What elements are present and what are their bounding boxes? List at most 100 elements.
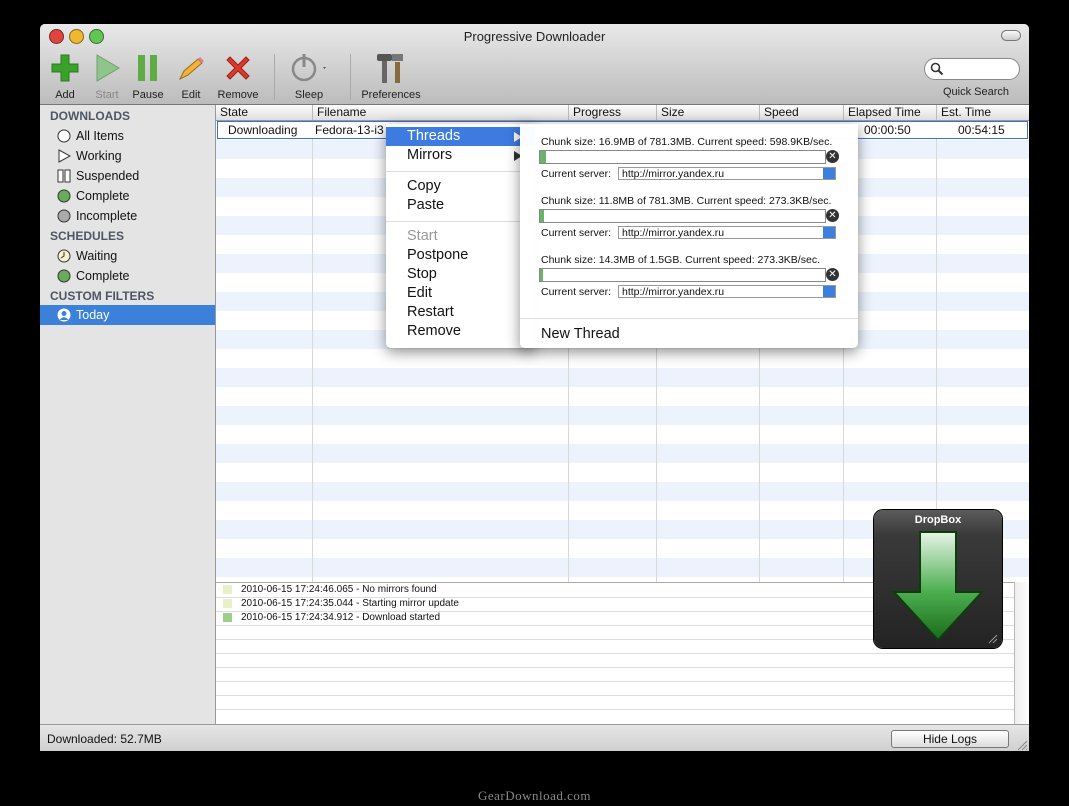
new-thread-button[interactable]: New Thread (541, 326, 620, 342)
sidebar-item-label: Waiting (76, 249, 118, 263)
current-server-label: Current server: (541, 227, 612, 239)
stop-thread-button[interactable]: ✕ (826, 268, 839, 281)
table-stripe (216, 444, 1029, 463)
toolbar: Progressive Downloader Add Start Pause E… (40, 24, 1029, 105)
pause-label: Pause (132, 89, 164, 101)
toolbar-separator (274, 54, 275, 100)
thread-chunk-info: Chunk size: 14.3MB of 1.5GB. Current spe… (541, 254, 820, 266)
add-label: Add (55, 89, 75, 101)
row-state: Downloading (228, 123, 298, 137)
pause-outline-icon (56, 169, 71, 184)
user-icon (56, 308, 71, 323)
table-stripe (216, 387, 1029, 406)
dropbox-widget[interactable]: DropBox (874, 510, 1002, 648)
resize-grip-icon[interactable] (1016, 739, 1028, 751)
custom-filters-header: CUSTOM FILTERS (50, 289, 155, 303)
menu-item-threads[interactable]: Threads (386, 127, 534, 146)
log-status-icon (223, 613, 232, 622)
play-icon (90, 51, 124, 85)
pencil-icon (174, 51, 208, 85)
toolbar-separator (350, 54, 351, 100)
power-icon (287, 51, 331, 85)
add-button[interactable]: Add (48, 51, 82, 101)
stop-thread-button[interactable]: ✕ (826, 150, 839, 163)
menu-item-copy[interactable]: Copy (386, 177, 534, 196)
menu-item-mirrors[interactable]: Mirrors (386, 146, 534, 165)
preferences-button[interactable]: Preferences (358, 51, 424, 101)
server-select-value: http://mirror.yandex.ru (622, 227, 725, 239)
sleep-label: Sleep (294, 89, 324, 101)
menu-item-stop[interactable]: Stop (386, 265, 534, 284)
sleep-button[interactable]: Sleep (287, 51, 331, 101)
sidebar-item-complete[interactable]: Complete (56, 187, 206, 205)
current-server-label: Current server: (541, 286, 612, 298)
thread-progress-bar (539, 209, 826, 223)
column-elapsed-time[interactable]: Elapsed Time (843, 105, 936, 120)
status-bar: Downloaded: 52.7MB Hide Logs (40, 724, 1029, 751)
server-select-value: http://mirror.yandex.ru (622, 286, 725, 298)
pause-button[interactable]: Pause (130, 51, 166, 101)
watermark: GearDownload.com (477, 788, 592, 803)
menu-item-restart[interactable]: Restart (386, 303, 534, 322)
toolbar-toggle-button[interactable] (1001, 30, 1021, 41)
sidebar-item-label: Incomplete (76, 209, 138, 223)
log-line (216, 695, 1014, 710)
log-text: 2010-06-15 17:24:35.044 - Starting mirro… (241, 598, 459, 609)
row-filename: Fedora-13-i3 (315, 123, 384, 137)
sidebar-item-label: Working (76, 149, 122, 163)
remove-button[interactable]: Remove (216, 51, 260, 101)
log-text: 2010-06-15 17:24:46.065 - No mirrors fou… (241, 584, 437, 595)
start-button[interactable]: Start (90, 51, 124, 101)
select-arrow-icon (823, 286, 835, 297)
menu-item-remove[interactable]: Remove (386, 322, 534, 341)
menu-item-postpone[interactable]: Postpone (386, 246, 534, 265)
row-est: 00:54:15 (958, 123, 1005, 137)
sidebar-item-all-items[interactable]: All Items (56, 127, 206, 145)
table-header: State Filename Progress Size Speed Elaps… (216, 105, 1029, 121)
log-line (216, 667, 1014, 682)
table-stripe (216, 368, 1029, 387)
context-menu: Threads Mirrors Copy Paste Start Postpon… (386, 124, 534, 348)
quick-search-input[interactable] (924, 58, 1020, 80)
column-est-time[interactable]: Est. Time (936, 105, 1029, 120)
column-progress[interactable]: Progress (568, 105, 656, 120)
column-filename[interactable]: Filename (312, 105, 568, 120)
server-select[interactable]: http://mirror.yandex.ru (618, 226, 836, 239)
select-arrow-icon (823, 227, 835, 238)
table-stripe (216, 349, 1029, 368)
search-icon (930, 62, 944, 76)
log-line (216, 681, 1014, 696)
stop-thread-button[interactable]: ✕ (826, 209, 839, 222)
menu-item-edit[interactable]: Edit (386, 284, 534, 303)
sidebar-item-working[interactable]: Working (56, 147, 206, 165)
server-select[interactable]: http://mirror.yandex.ru (618, 167, 836, 180)
server-select[interactable]: http://mirror.yandex.ru (618, 285, 836, 298)
column-size[interactable]: Size (656, 105, 759, 120)
x-icon (216, 51, 260, 85)
sidebar-item-incomplete[interactable]: Incomplete (56, 207, 206, 225)
thread-progress-fill (540, 210, 544, 222)
column-divider (312, 121, 313, 582)
sidebar-item-schedule-complete[interactable]: Complete (56, 267, 206, 285)
edit-button[interactable]: Edit (174, 51, 208, 101)
start-label: Start (95, 89, 119, 101)
hide-logs-button[interactable]: Hide Logs (891, 730, 1009, 748)
menu-item-paste[interactable]: Paste (386, 196, 534, 215)
threads-submenu: Chunk size: 16.9MB of 781.3MB. Current s… (520, 124, 858, 348)
column-state[interactable]: State (216, 105, 312, 120)
edit-label: Edit (181, 89, 201, 101)
sidebar-item-suspended[interactable]: Suspended (56, 167, 206, 185)
sidebar-item-waiting[interactable]: Waiting (56, 247, 206, 265)
menu-item-start: Start (407, 228, 438, 244)
log-scrollbar[interactable] (1014, 582, 1029, 724)
sidebar-item-label: Complete (76, 269, 130, 283)
resize-grip-icon[interactable] (988, 634, 998, 644)
current-server-label: Current server: (541, 168, 612, 180)
menu-separator (520, 318, 858, 319)
log-line (216, 653, 1014, 668)
table-stripe (216, 482, 1029, 501)
thread-progress-bar (539, 150, 826, 164)
circle-outline-icon (56, 129, 71, 144)
column-speed[interactable]: Speed (759, 105, 843, 120)
green-circle-icon (56, 189, 71, 204)
